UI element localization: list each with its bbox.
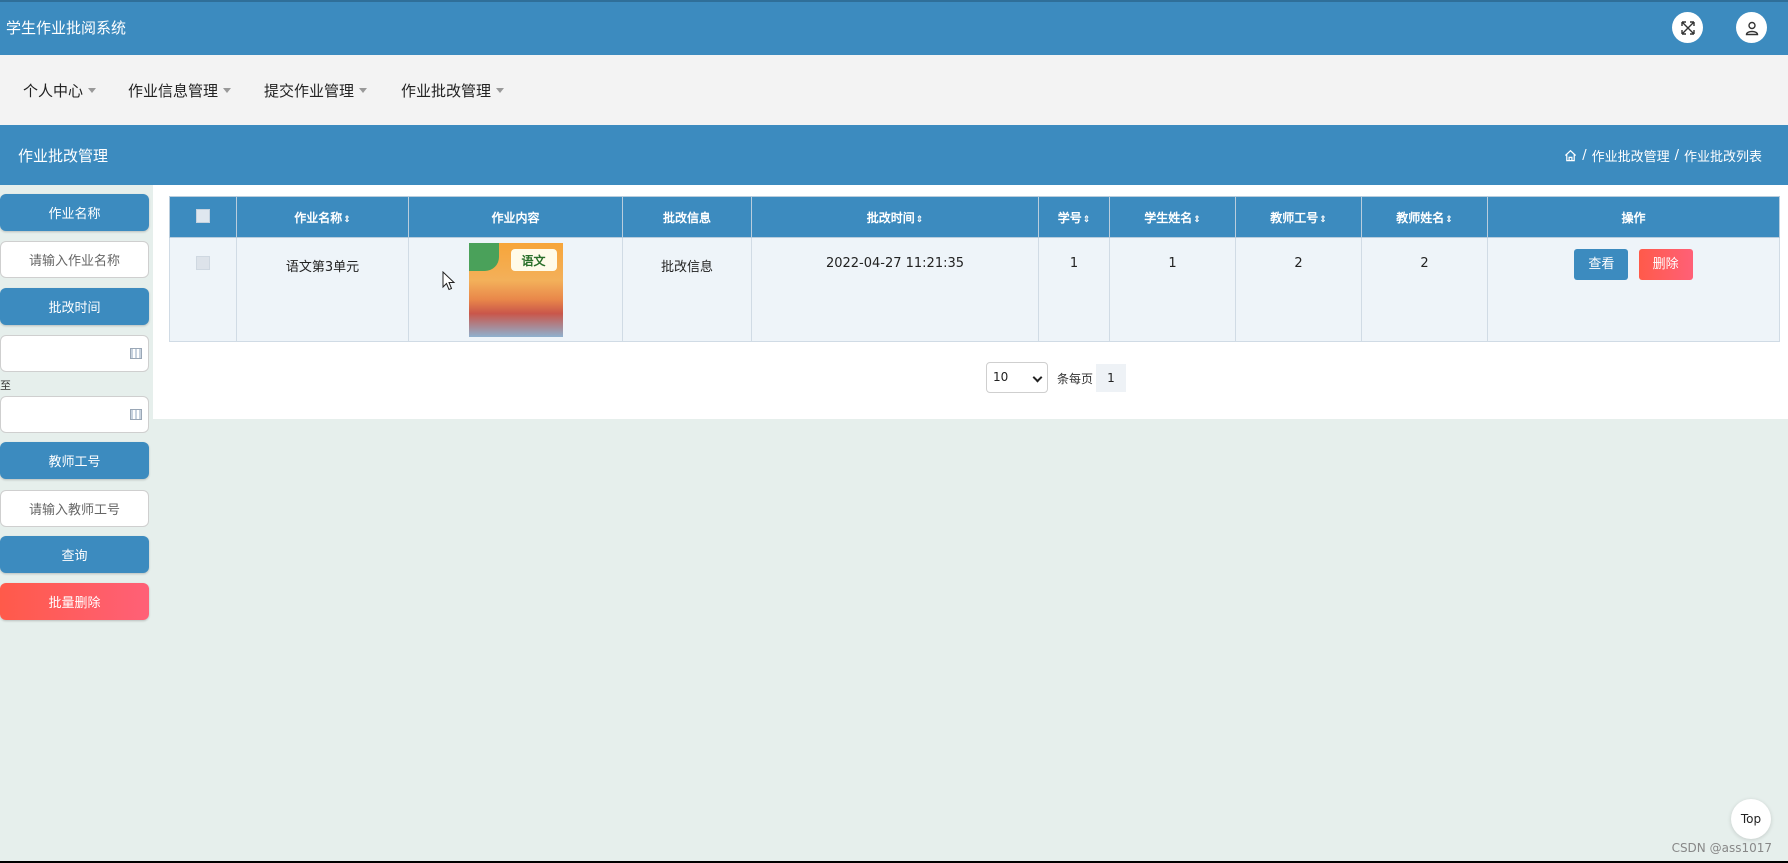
- cell-name: 语文第3单元: [236, 237, 409, 342]
- sort-icon: ⇕: [1082, 214, 1091, 225]
- cell-actions: 查看 删除: [1487, 237, 1780, 342]
- sort-icon: ⇕: [915, 214, 924, 225]
- app-title: 学生作业批阅系统: [6, 19, 127, 37]
- column-label: 操作: [1621, 210, 1646, 225]
- page-title: 作业批改管理: [18, 147, 109, 165]
- homework-image[interactable]: 语文: [468, 243, 563, 337]
- cell-review-time: 2022-04-27 11:21:35: [751, 237, 1039, 342]
- homework-name-input[interactable]: 请输入作业名称: [0, 241, 149, 278]
- cell-teacher-name: 2: [1361, 237, 1488, 342]
- calendar-icon[interactable]: [130, 348, 142, 359]
- review-time-start-input[interactable]: [0, 335, 149, 372]
- date-range-separator: 至: [0, 379, 11, 392]
- page-size-value: 10: [993, 370, 1009, 384]
- fullscreen-icon: [1680, 20, 1695, 35]
- top-header: 学生作业批阅系统: [0, 0, 1788, 55]
- column-label: 批改时间: [866, 210, 915, 225]
- query-button[interactable]: 查询: [0, 536, 149, 573]
- review-time-label: 批改时间: [0, 288, 149, 325]
- sort-icon: ⇕: [1193, 214, 1201, 225]
- homework-name-label: 作业名称: [0, 194, 149, 231]
- column-label: 作业内容: [491, 210, 540, 225]
- caret-down-icon: [88, 88, 97, 93]
- batch-delete-button[interactable]: 批量删除: [0, 583, 149, 620]
- page-number-button[interactable]: 1: [1096, 364, 1126, 392]
- nav-item-label: 个人中心: [23, 82, 84, 100]
- nav-item-homework-info[interactable]: 作业信息管理: [128, 80, 232, 101]
- fullscreen-button[interactable]: [1672, 12, 1703, 43]
- sort-icon: ⇕: [1319, 214, 1327, 225]
- table-row: 语文第3单元 语文 批改信息 2022-04-27 11:21:35 1 1 2…: [169, 237, 1780, 342]
- per-page-label: 条每页: [1057, 372, 1094, 386]
- chevron-down-icon: [1032, 372, 1043, 383]
- select-all-checkbox[interactable]: [196, 208, 210, 223]
- nav-item-submit-homework[interactable]: 提交作业管理: [264, 80, 368, 101]
- main-nav: 个人中心 作业信息管理 提交作业管理 作业批改管理: [0, 55, 1788, 125]
- image-label: 语文: [510, 249, 557, 271]
- nav-item-personal-center[interactable]: 个人中心: [23, 80, 97, 101]
- back-to-top-button[interactable]: Top: [1731, 799, 1771, 839]
- column-header-review-info: 批改信息: [622, 196, 752, 238]
- review-time-end-input[interactable]: [0, 396, 149, 433]
- breadcrumb: / 作业批改管理 / 作业批改列表: [1564, 146, 1762, 165]
- cell-content: 语文: [408, 237, 623, 342]
- cell-teacher-no: 2: [1235, 237, 1362, 342]
- user-button[interactable]: [1736, 12, 1767, 43]
- home-icon[interactable]: [1564, 149, 1577, 162]
- nav-item-label: 作业信息管理: [128, 82, 219, 100]
- breadcrumb-separator: /: [1674, 148, 1679, 163]
- cell-student-name: 1: [1109, 237, 1236, 342]
- cell-review-info: 批改信息: [622, 237, 752, 342]
- column-header-teacher-no[interactable]: 教师工号⇕: [1235, 196, 1362, 238]
- sort-icon: ⇕: [343, 214, 351, 225]
- breadcrumb-separator: /: [1582, 148, 1587, 163]
- caret-down-icon: [496, 88, 505, 93]
- sort-icon: ⇕: [1445, 214, 1453, 225]
- select-all-header: [169, 196, 237, 238]
- nav-item-homework-review[interactable]: 作业批改管理: [401, 80, 505, 101]
- calendar-icon[interactable]: [130, 409, 142, 420]
- column-header-actions: 操作: [1487, 196, 1780, 238]
- column-label: 教师工号: [1270, 210, 1319, 225]
- column-header-name[interactable]: 作业名称⇕: [236, 196, 409, 238]
- nav-item-label: 提交作业管理: [264, 82, 355, 100]
- column-header-review-time[interactable]: 批改时间⇕: [751, 196, 1039, 238]
- breadcrumb-item-current: 作业批改列表: [1683, 150, 1762, 165]
- watermark: CSDN @ass1017: [1671, 841, 1772, 855]
- view-button[interactable]: 查看: [1574, 249, 1629, 280]
- column-header-student-name[interactable]: 学生姓名⇕: [1109, 196, 1236, 238]
- column-label: 学号: [1057, 210, 1082, 225]
- column-label: 教师姓名: [1396, 210, 1445, 225]
- column-header-content: 作业内容: [408, 196, 623, 238]
- column-header-student-no[interactable]: 学号⇕: [1038, 196, 1110, 238]
- caret-down-icon: [359, 88, 368, 93]
- column-label: 作业名称: [294, 210, 343, 225]
- section-header: 作业批改管理 / 作业批改管理 / 作业批改列表: [0, 125, 1788, 185]
- breadcrumb-item[interactable]: 作业批改管理: [1592, 146, 1670, 165]
- image-decoration: [468, 243, 499, 271]
- table-header-row: 作业名称⇕ 作业内容 批改信息 批改时间⇕ 学号⇕ 学生姓名⇕ 教师工号⇕ 教师…: [169, 196, 1780, 238]
- page-size-select[interactable]: 10: [986, 362, 1048, 393]
- teacher-no-input[interactable]: 请输入教师工号: [0, 490, 149, 527]
- delete-button[interactable]: 删除: [1638, 249, 1693, 280]
- row-checkbox[interactable]: [196, 256, 210, 270]
- mouse-cursor-icon: [442, 271, 456, 291]
- teacher-no-label: 教师工号: [0, 442, 149, 479]
- column-label: 学生姓名: [1144, 210, 1193, 225]
- column-header-teacher-name[interactable]: 教师姓名⇕: [1361, 196, 1488, 238]
- page: 学生作业批阅系统 个人中心 作业信息管理 提交作业管理 作业批改管理 作业批改管…: [0, 0, 1788, 861]
- cell-student-no: 1: [1038, 237, 1110, 342]
- row-select-cell: [169, 237, 237, 342]
- column-label: 批改信息: [662, 210, 711, 225]
- user-icon: [1745, 21, 1758, 35]
- nav-item-label: 作业批改管理: [401, 82, 492, 100]
- caret-down-icon: [223, 88, 232, 93]
- review-table: 作业名称⇕ 作业内容 批改信息 批改时间⇕ 学号⇕ 学生姓名⇕ 教师工号⇕ 教师…: [169, 196, 1780, 342]
